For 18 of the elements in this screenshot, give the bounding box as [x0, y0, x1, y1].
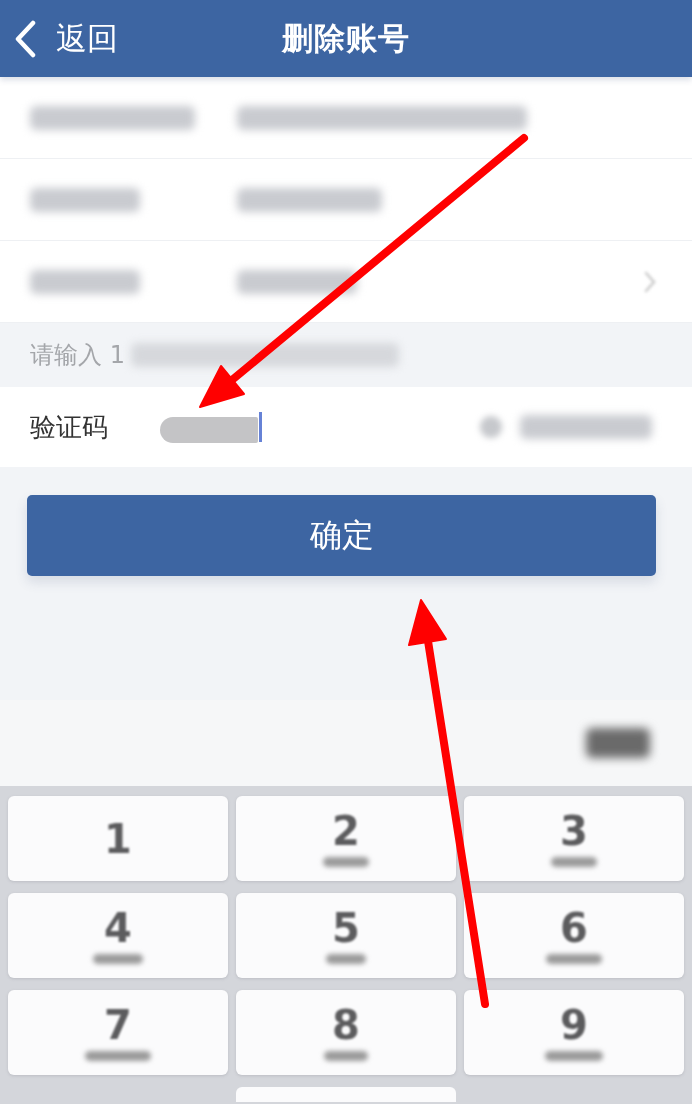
- back-button[interactable]: 返回: [14, 19, 118, 58]
- confirm-button[interactable]: 确定: [27, 495, 656, 576]
- keypad-key[interactable]: 7: [8, 990, 228, 1075]
- keypad-key[interactable]: 9: [464, 990, 684, 1075]
- keypad-key[interactable]: 2: [236, 796, 456, 881]
- keypad-key[interactable]: [236, 1087, 456, 1102]
- keypad-key[interactable]: 3: [464, 796, 684, 881]
- keypad-key[interactable]: 4: [8, 893, 228, 978]
- blurred-text: [586, 728, 650, 758]
- keypad-key[interactable]: 6: [464, 893, 684, 978]
- page-title: 删除账号: [282, 23, 410, 54]
- chevron-left-icon: [14, 19, 36, 58]
- blurred-dot-icon: [480, 416, 502, 438]
- field-label: 验证码: [30, 410, 109, 444]
- keypad-key[interactable]: 1: [8, 796, 228, 881]
- keypad-key[interactable]: 5: [236, 893, 456, 978]
- keypad-key[interactable]: 8: [236, 990, 456, 1075]
- hint-text: 请输入 1: [30, 340, 125, 371]
